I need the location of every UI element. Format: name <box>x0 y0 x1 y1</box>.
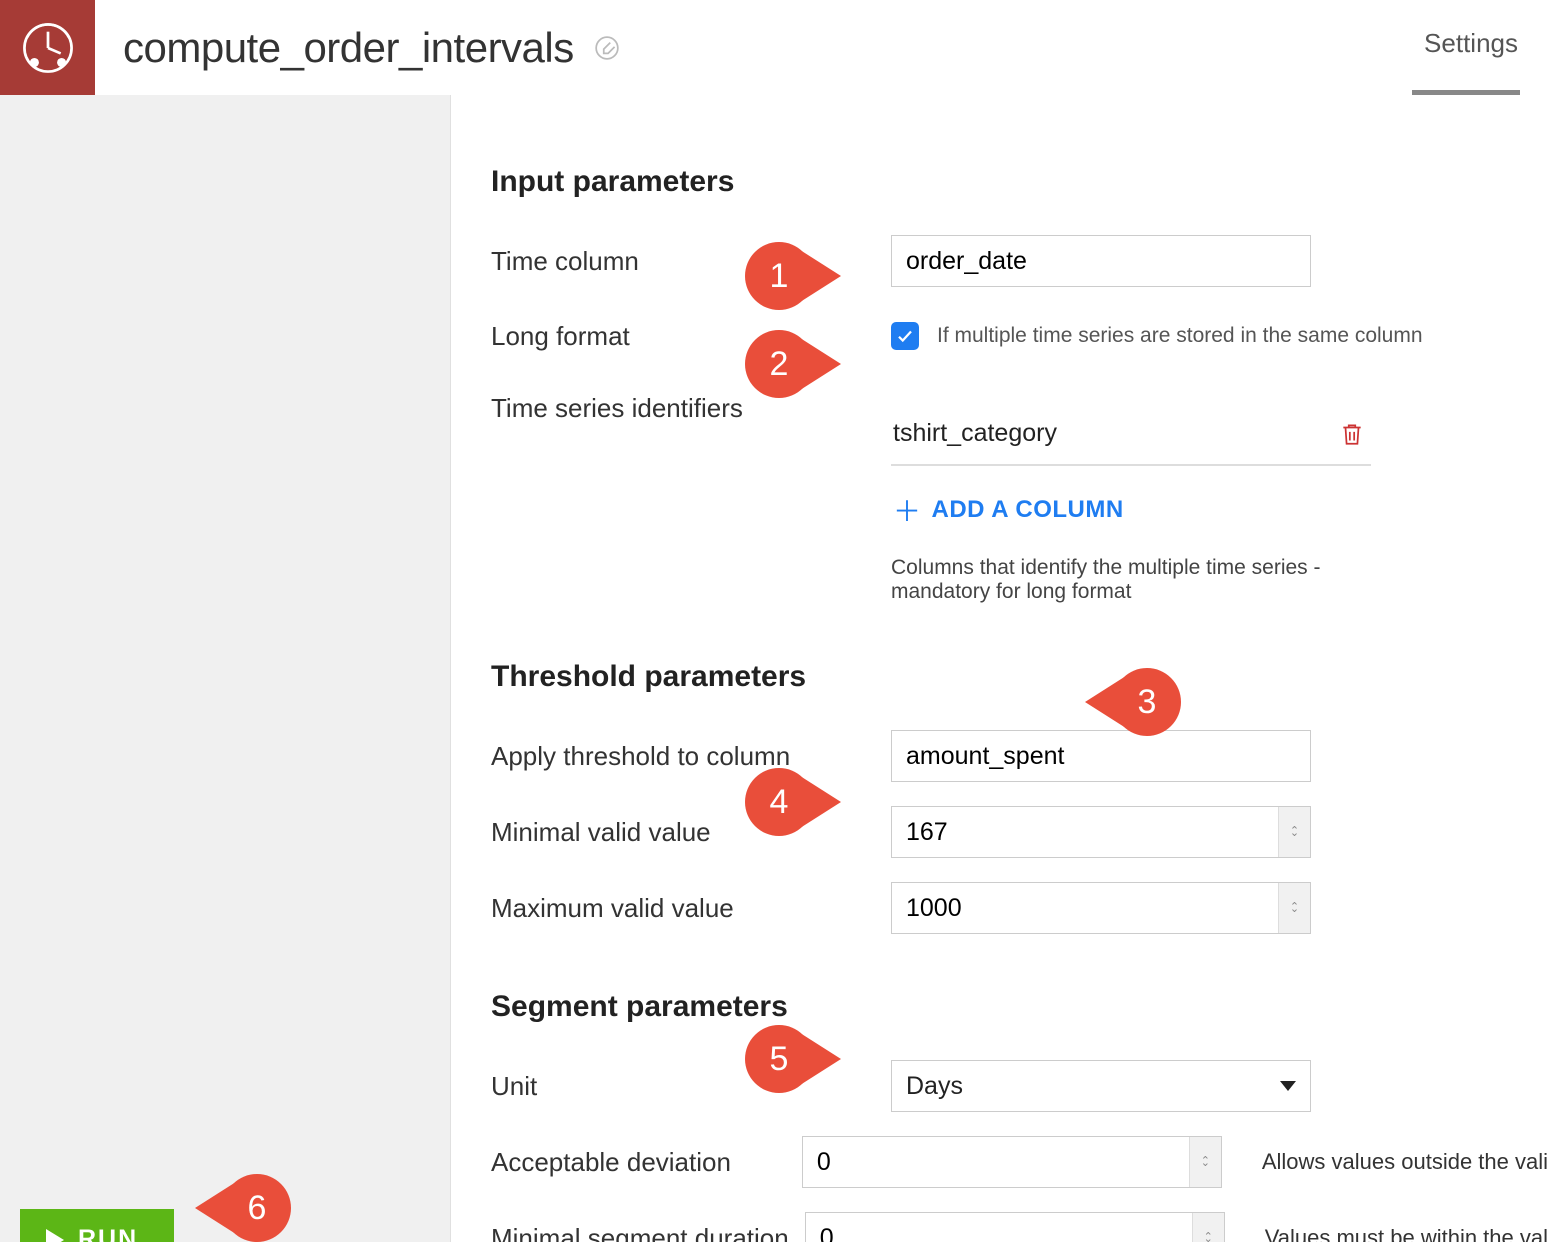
run-button[interactable]: RUN <box>20 1209 174 1242</box>
threshold-column-input[interactable] <box>891 730 1311 782</box>
unit-select[interactable]: Days <box>891 1060 1311 1112</box>
section-title: Threshold parameters <box>491 660 1548 694</box>
section-threshold-parameters: Threshold parameters Apply threshold to … <box>491 660 1548 934</box>
chevron-down-icon <box>1280 1081 1296 1091</box>
long-format-hint: If multiple time series are stored in th… <box>937 324 1423 348</box>
page-title: compute_order_intervals <box>123 24 574 72</box>
section-segment-parameters: Segment parameters Unit Days Acceptable … <box>491 990 1548 1242</box>
min-valid-input[interactable] <box>891 806 1311 858</box>
left-sidebar: RUN <box>0 95 450 1242</box>
add-column-label: ADD A COLUMN <box>932 496 1124 524</box>
long-format-checkbox[interactable] <box>891 322 919 350</box>
deviation-hint: Allows values outside the vali <box>1262 1149 1548 1175</box>
run-button-label: RUN <box>78 1225 138 1242</box>
recipe-icon <box>19 19 77 77</box>
stepper-icon[interactable] <box>1192 1213 1224 1242</box>
unit-value: Days <box>906 1072 963 1101</box>
label-identifiers: Time series identifiers <box>491 385 891 424</box>
settings-panel: Input parameters Time column Long format… <box>450 95 1548 1242</box>
section-title: Segment parameters <box>491 990 1548 1024</box>
label-long-format: Long format <box>491 321 891 352</box>
min-duration-field[interactable] <box>806 1224 1192 1242</box>
deviation-field[interactable] <box>803 1148 1189 1177</box>
identifiers-hint: Columns that identify the multiple time … <box>891 556 1371 604</box>
delete-identifier-button[interactable] <box>1339 420 1365 448</box>
edit-title-icon[interactable] <box>590 31 624 65</box>
min-duration-input[interactable] <box>805 1212 1225 1242</box>
max-valid-field[interactable] <box>892 894 1278 923</box>
plus-icon: ＋ <box>893 490 922 530</box>
identifier-value: tshirt_category <box>893 419 1057 448</box>
label-time-column: Time column <box>491 246 891 277</box>
stepper-icon[interactable] <box>1278 807 1310 857</box>
deviation-input[interactable] <box>802 1136 1222 1188</box>
trash-icon <box>1339 420 1365 448</box>
section-input-parameters: Input parameters Time column Long format… <box>491 165 1548 604</box>
identifier-row: tshirt_category <box>891 409 1371 466</box>
label-apply-threshold: Apply threshold to column <box>491 741 891 772</box>
label-min-duration: Minimal segment duration <box>491 1223 805 1242</box>
main-area: RUN Input parameters Time column Long fo… <box>0 95 1548 1242</box>
checkmark-icon <box>896 327 914 345</box>
stepper-icon[interactable] <box>1189 1137 1221 1187</box>
label-unit: Unit <box>491 1071 891 1102</box>
min-duration-hint: Values must be within the val <box>1265 1225 1548 1242</box>
label-max-valid: Maximum valid value <box>491 893 891 924</box>
add-column-button[interactable]: ＋ ADD A COLUMN <box>891 466 1371 536</box>
app-logo <box>0 0 95 95</box>
time-column-input[interactable] <box>891 235 1311 287</box>
min-valid-field[interactable] <box>892 818 1278 847</box>
label-deviation: Acceptable deviation <box>491 1147 802 1178</box>
label-min-valid: Minimal valid value <box>491 817 891 848</box>
section-title: Input parameters <box>491 165 1548 199</box>
play-icon <box>46 1229 64 1242</box>
tab-settings[interactable]: Settings <box>1424 28 1518 59</box>
stepper-icon[interactable] <box>1278 883 1310 933</box>
max-valid-input[interactable] <box>891 882 1311 934</box>
app-header: compute_order_intervals Settings <box>0 0 1548 95</box>
